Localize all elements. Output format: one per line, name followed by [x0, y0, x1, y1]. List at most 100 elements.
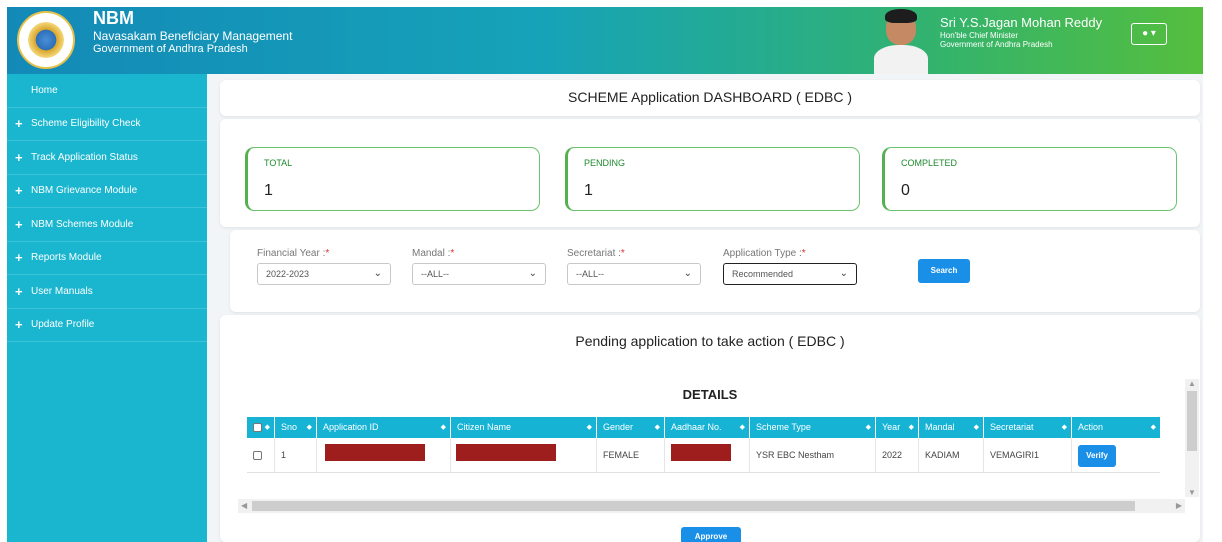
column-header-year[interactable]: Year ◆ — [876, 417, 919, 438]
application-type-group: Application Type :* Recommended ⌄ — [723, 248, 857, 285]
column-header-aadhaar[interactable]: Aadhaar No. ◆ — [665, 417, 750, 438]
sidebar-item-label: Update Profile — [31, 319, 95, 331]
column-header-sno[interactable]: Sno ◆ — [275, 417, 317, 438]
top-header: NBM Navasakam Beneficiary Management Gov… — [7, 7, 1203, 74]
scroll-down-icon[interactable]: ▼ — [1188, 488, 1196, 497]
column-header-secretariat[interactable]: Secretariat ◆ — [984, 417, 1072, 438]
financial-year-group: Financial Year :* 2022-2023 ⌄ — [257, 248, 391, 285]
mandal-group: Mandal :* --ALL-- ⌄ — [412, 248, 546, 285]
chevron-down-icon: ⌄ — [528, 268, 537, 279]
user-menu-button[interactable]: ● ▾ — [1131, 23, 1167, 45]
government-emblem-logo — [17, 11, 75, 69]
column-header-scheme-type[interactable]: Scheme Type ◆ — [750, 417, 876, 438]
gender-cell: FEMALE — [597, 438, 665, 472]
sidebar-item-label: Scheme Eligibility Check — [31, 118, 141, 130]
sort-icon[interactable]: ◆ — [866, 417, 871, 438]
secretariat-group: Secretariat :* --ALL-- ⌄ — [567, 248, 701, 285]
redacted-citizen-name — [456, 444, 556, 461]
sidebar: Home + Scheme Eligibility Check + Track … — [7, 74, 207, 542]
stat-card-total: TOTAL 1 — [245, 147, 540, 211]
approve-button[interactable]: Approve — [681, 527, 741, 542]
sidebar-item-user-manuals[interactable]: + User Manuals — [7, 275, 207, 309]
caret-down-icon: ▾ — [1150, 28, 1156, 39]
sort-icon[interactable]: ◆ — [655, 417, 660, 438]
verify-button[interactable]: Verify — [1078, 445, 1116, 467]
sort-icon[interactable]: ◆ — [974, 417, 979, 438]
application-id-cell — [317, 438, 451, 472]
scroll-up-icon[interactable]: ▲ — [1188, 379, 1196, 388]
sidebar-item-scheme-eligibility-check[interactable]: + Scheme Eligibility Check — [7, 108, 207, 141]
cm-title: Hon'ble Chief Minister — [940, 31, 1019, 40]
sort-icon[interactable]: ◆ — [1151, 417, 1156, 438]
select-all-checkbox[interactable] — [253, 423, 262, 433]
vertical-scrollbar[interactable]: ▲ ▼ — [1185, 379, 1199, 497]
sort-icon[interactable]: ◆ — [441, 417, 446, 438]
column-header-citizen-name[interactable]: Citizen Name ◆ — [451, 417, 597, 438]
chevron-down-icon: ⌄ — [373, 268, 382, 279]
year-cell: 2022 — [876, 438, 919, 472]
plus-icon: + — [15, 183, 23, 199]
column-header-application-id[interactable]: Application ID ◆ — [317, 417, 451, 438]
citizen-name-cell — [451, 438, 597, 472]
sidebar-item-track-application-status[interactable]: + Track Application Status — [7, 141, 207, 175]
select-all-header[interactable]: ◆ — [247, 417, 275, 438]
sidebar-item-update-profile[interactable]: + Update Profile — [7, 309, 207, 342]
secretariat-select[interactable]: --ALL-- ⌄ — [567, 263, 701, 285]
financial-year-label: Financial Year :* — [257, 248, 330, 259]
app-root: NBM Navasakam Beneficiary Management Gov… — [0, 0, 1222, 542]
sort-icon[interactable]: ◆ — [740, 417, 745, 438]
sidebar-item-schemes-module[interactable]: + NBM Schemes Module — [7, 208, 207, 242]
plus-icon: + — [15, 116, 23, 132]
plus-icon: + — [15, 149, 23, 165]
stat-card-completed: COMPLETED 0 — [882, 147, 1177, 211]
financial-year-select[interactable]: 2022-2023 ⌄ — [257, 263, 391, 285]
scheme-type-cell: YSR EBC Nestham — [750, 438, 876, 472]
app-org: Government of Andhra Pradesh — [93, 43, 248, 55]
stat-label: PENDING — [584, 158, 626, 168]
chief-minister-block: Sri Y.S.Jagan Mohan Reddy Hon'ble Chief … — [940, 15, 1102, 49]
sort-icon[interactable]: ◆ — [1062, 417, 1067, 438]
application-type-label: Application Type :* — [723, 248, 806, 259]
applications-table: ◆ Sno ◆ Application ID ◆ Citizen Name ◆ Gen… — [247, 417, 1160, 473]
mandal-select[interactable]: --ALL-- ⌄ — [412, 263, 546, 285]
chief-minister-photo — [872, 7, 930, 74]
table-row: 1 FEMALE YSR EBC Nestham 2022 KADIAM VEM… — [247, 438, 1160, 473]
column-header-action[interactable]: Action ◆ — [1072, 417, 1160, 438]
search-button[interactable]: Search — [918, 259, 970, 283]
pending-applications-panel: Pending application to take action ( EDB… — [220, 315, 1200, 542]
sidebar-item-label: NBM Schemes Module — [31, 218, 134, 230]
sidebar-item-reports-module[interactable]: + Reports Module — [7, 242, 207, 275]
column-header-gender[interactable]: Gender ◆ — [597, 417, 665, 438]
secretariat-label: Secretariat :* — [567, 248, 625, 259]
vertical-scroll-thumb[interactable] — [1187, 391, 1197, 451]
application-type-select[interactable]: Recommended ⌄ — [723, 263, 857, 285]
stat-card-pending: PENDING 1 — [565, 147, 860, 211]
sort-icon[interactable]: ◆ — [265, 417, 270, 438]
cm-name: Sri Y.S.Jagan Mohan Reddy — [940, 15, 1103, 30]
plus-icon: + — [15, 216, 23, 232]
cm-org: Government of Andhra Pradesh — [940, 40, 1053, 49]
mandal-cell: KADIAM — [919, 438, 984, 472]
app-title: NBM — [93, 8, 134, 28]
redacted-application-id — [325, 444, 425, 461]
sidebar-item-label: Home — [31, 84, 58, 96]
stats-panel: TOTAL 1 PENDING 1 COMPLETED 0 — [220, 119, 1200, 227]
sidebar-item-grievance-module[interactable]: + NBM Grievance Module — [7, 175, 207, 208]
sidebar-item-home[interactable]: Home — [7, 74, 207, 108]
mandal-label: Mandal :* — [412, 248, 455, 259]
scroll-left-icon[interactable]: ◀ — [241, 499, 247, 513]
filter-panel: Financial Year :* 2022-2023 ⌄ Mandal :* -… — [230, 230, 1200, 312]
secretariat-cell: VEMAGIRI1 — [984, 438, 1072, 472]
sort-icon[interactable]: ◆ — [307, 417, 312, 438]
sort-icon[interactable]: ◆ — [909, 417, 914, 438]
sort-icon[interactable]: ◆ — [587, 417, 592, 438]
scroll-right-icon[interactable]: ▶ — [1176, 499, 1182, 513]
column-header-mandal[interactable]: Mandal ◆ — [919, 417, 984, 438]
action-cell: Verify — [1072, 438, 1160, 472]
stat-label: COMPLETED — [901, 158, 958, 168]
row-checkbox[interactable] — [253, 451, 262, 461]
emblem-icon — [28, 22, 64, 58]
app-subtitle: Navasakam Beneficiary Management — [93, 29, 293, 43]
horizontal-scrollbar[interactable]: ◀ ▶ — [238, 499, 1185, 513]
horizontal-scroll-thumb[interactable] — [252, 501, 1135, 511]
